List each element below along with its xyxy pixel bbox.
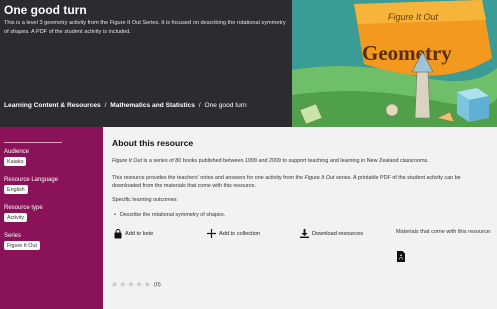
geometry-cover-illustration: Figure It Out Geometry [292,0,497,127]
breadcrumb-learning-content[interactable]: Learning Content & Resources [4,102,101,109]
resource-metadata-sidebar: Audience Kaiako Resource Language Englis… [0,127,103,309]
details-paragraph: This resource provides the teachers' not… [112,174,496,191]
intro-text: is a series of 80 books published betwee… [141,158,429,164]
rating-count: (0) [153,282,161,288]
breadcrumb: Learning Content & Resources / Mathemati… [4,102,247,109]
resource-summary: This is a level 3 geometry activity from… [4,20,286,35]
bag-icon [114,229,122,239]
star-rating: ★ ★ ★ ★ ★ (0) [111,281,161,289]
star-icon[interactable]: ★ [119,281,126,289]
details-text-b: series. A printable PDF of the student a… [334,175,461,181]
breadcrumb-current: One good turn [204,102,247,109]
about-resource-panel: About this resource Figure It Out is a s… [103,127,497,309]
star-icon[interactable]: ★ [111,281,118,289]
about-heading: About this resource [112,138,194,148]
cover-series-text: Figure It Out [388,12,439,22]
audience-label: Audience [4,149,30,155]
add-to-kete-label: Add to kete [125,231,154,237]
pdf-file-icon[interactable] [397,251,405,262]
star-icon[interactable]: ★ [144,281,151,289]
resource-type-label: Resource type [4,205,43,211]
outcomes-label: Specific learning outcomes: [112,197,178,203]
series-label: Series [4,233,22,239]
audience-tag[interactable]: Kaiako [4,157,27,166]
download-icon [300,229,309,238]
details-text-line2: downloaded from the materials that come … [112,183,256,190]
breadcrumb-separator: / [104,102,107,109]
add-to-kete-button[interactable]: Add to kete [114,229,153,239]
breadcrumb-maths-stats[interactable]: Mathematics and Statistics [110,102,195,109]
sidebar-divider [4,142,62,143]
breadcrumb-separator: / [198,102,201,109]
materials-label: Materials that come with this resource: [396,229,492,235]
plus-icon [207,229,216,238]
cover-image: Figure It Out Geometry [292,0,497,127]
outcome-item: Describe the rotational symmetry of shap… [114,212,225,218]
download-resources-label: Download resources [312,230,363,237]
page-title: One good turn [4,3,87,17]
series-name-italic: Figure It Out [112,158,142,164]
resource-type-tag[interactable]: Activity [4,213,28,222]
add-to-collection-button[interactable]: Add to collection [207,229,260,238]
download-resources-button[interactable]: Download resources [300,229,363,238]
intro-paragraph: Figure It Out is a series of 80 books pu… [112,157,429,165]
cover-subject-text: Geometry [362,41,452,65]
star-icon[interactable]: ★ [136,281,143,289]
language-tag[interactable]: English [4,185,28,194]
language-label: Resource Language [4,177,59,183]
add-to-collection-label: Add to collection [219,230,261,237]
series-tag[interactable]: Figure It Out [4,241,40,250]
details-text-a: This resource provides the teachers' not… [112,175,305,181]
series-name-italic: Figure It Out [304,175,335,181]
star-icon[interactable]: ★ [127,281,134,289]
